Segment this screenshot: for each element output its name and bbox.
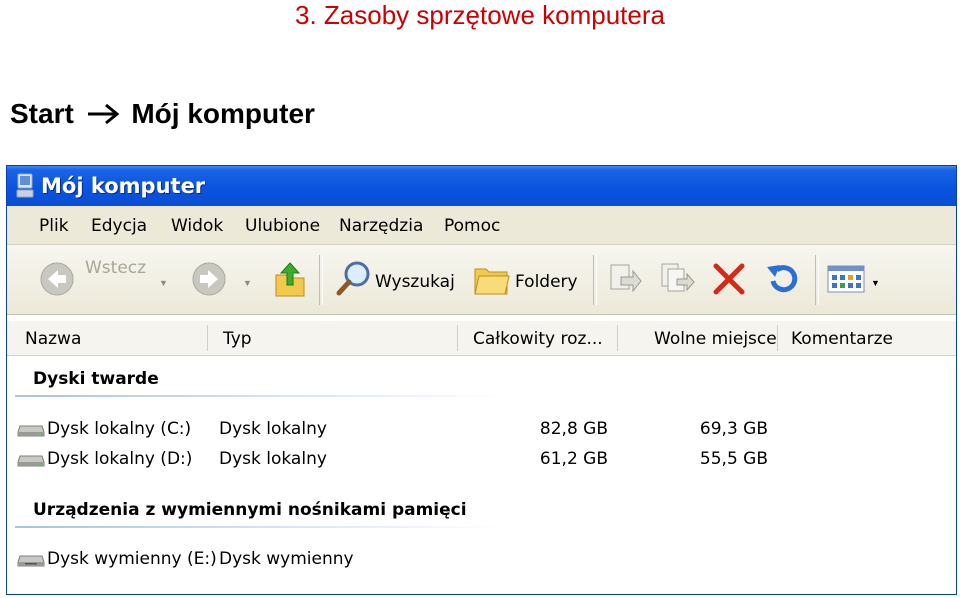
back-button[interactable]: Wstecz (37, 258, 177, 299)
folders-button[interactable]: Foldery (515, 272, 578, 292)
column-total-size[interactable]: Całkowity roz... (473, 329, 603, 349)
drive-type: Dysk lokalny (219, 419, 327, 439)
folders-icon[interactable] (473, 261, 511, 297)
explorer-window: Mój komputer Plik Edycja Widok Ulubione … (6, 165, 957, 595)
computer-icon (16, 173, 34, 198)
group-title-hard-disks: Dyski twarde (33, 369, 159, 389)
navigation-path: Start Mój komputer (10, 98, 315, 130)
menu-bar: Plik Edycja Widok Ulubione Narzędzia Pom… (7, 206, 956, 245)
forward-dropdown-icon[interactable]: ▼ (243, 278, 252, 288)
column-divider[interactable] (457, 325, 458, 351)
toolbar-separator (593, 255, 597, 305)
column-divider[interactable] (777, 325, 778, 351)
column-free-space[interactable]: Wolne miejsce (654, 329, 777, 349)
drive-name: Dysk wymienny (E:) (47, 549, 217, 569)
toolbar-separator (815, 255, 819, 305)
group-divider (15, 526, 505, 528)
drive-total-size: 82,8 GB (539, 419, 608, 439)
toolbar-separator (319, 255, 323, 305)
drive-name: Dysk lokalny (C:) (47, 419, 192, 439)
views-dropdown-icon[interactable]: ▼ (871, 278, 880, 288)
drive-total-size: 61,2 GB (539, 449, 608, 469)
drive-free-space: 55,5 GB (699, 449, 768, 469)
menu-favorites[interactable]: Ulubione (245, 216, 320, 236)
slide-title: 3. Zasoby sprzętowe komputera (295, 0, 665, 30)
hard-drive-icon (17, 425, 45, 437)
drive-name: Dysk lokalny (D:) (47, 449, 193, 469)
column-divider[interactable] (207, 325, 208, 351)
column-divider[interactable] (617, 325, 618, 351)
path-target: Mój komputer (131, 98, 315, 129)
column-header: Nazwa Typ Całkowity roz... Wolne miejsce… (7, 321, 956, 356)
toolbar: Wstecz ▼ ▼ Wyszukaj Foldery ▼ (7, 245, 956, 315)
window-title: Mój komputer (41, 174, 206, 198)
magnifier-icon[interactable] (335, 259, 373, 297)
drive-type: Dysk lokalny (219, 449, 327, 469)
drive-free-space: 69,3 GB (699, 419, 768, 439)
window-titlebar[interactable]: Mój komputer (7, 166, 956, 206)
column-type[interactable]: Typ (223, 329, 252, 349)
back-label: Wstecz (85, 258, 147, 278)
views-icon[interactable] (827, 263, 865, 295)
menu-view[interactable]: Widok (171, 216, 223, 236)
path-start: Start (10, 98, 74, 129)
back-arrow-icon (40, 262, 74, 296)
undo-icon[interactable] (763, 261, 799, 297)
move-to-icon[interactable] (607, 261, 643, 297)
delete-icon[interactable] (711, 261, 747, 297)
forward-arrow-icon[interactable] (191, 261, 227, 297)
column-comments[interactable]: Komentarze (791, 329, 893, 349)
folder-up-icon[interactable] (273, 259, 307, 299)
search-button[interactable]: Wyszukaj (375, 272, 455, 292)
group-divider (15, 395, 505, 397)
copy-to-icon[interactable] (659, 261, 695, 297)
menu-tools[interactable]: Narzędzia (339, 216, 423, 236)
right-arrow-icon (87, 103, 119, 124)
menu-file[interactable]: Plik (39, 216, 69, 236)
back-dropdown-icon[interactable]: ▼ (159, 278, 168, 288)
hard-drive-icon (17, 455, 45, 467)
menu-help[interactable]: Pomoc (444, 216, 500, 236)
menu-edit[interactable]: Edycja (91, 216, 147, 236)
column-name[interactable]: Nazwa (25, 329, 81, 349)
group-title-removable: Urządzenia z wymiennymi nośnikami pamięc… (33, 500, 467, 520)
drive-type: Dysk wymienny (219, 549, 354, 569)
removable-drive-icon (17, 555, 45, 567)
